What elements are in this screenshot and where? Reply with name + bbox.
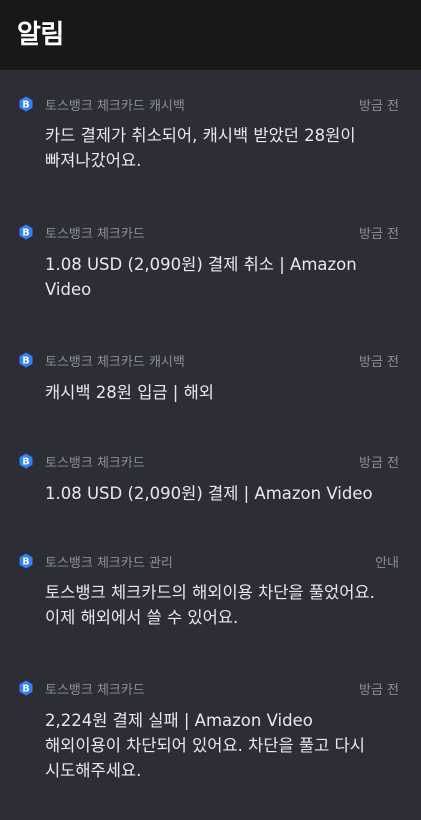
- page-title: 알림: [17, 20, 64, 50]
- toss-bank-logo-icon: B: [18, 453, 34, 469]
- notification-message: 1.08 USD (2,090원) 결제 | Amazon Video: [45, 481, 395, 506]
- toss-bank-logo-icon: B: [18, 352, 34, 368]
- notification-message: 캐시백 28원 입금 | 해외: [45, 380, 395, 405]
- toss-bank-logo-icon: B: [18, 224, 34, 240]
- notification-time: 방금 전: [358, 456, 399, 471]
- notification-message: 2,224원 결제 실패 | Amazon Video 해외이용이 차단되어 있…: [45, 708, 395, 783]
- svg-text:B: B: [22, 684, 29, 695]
- toss-bank-logo-icon: B: [18, 553, 34, 569]
- notification-source: 토스뱅크 체크카드: [45, 683, 145, 698]
- top-bar: 알림: [0, 0, 421, 70]
- svg-text:B: B: [22, 356, 29, 367]
- message-line: 1.08 USD (2,090원) 결제 취소 | Amazon: [45, 255, 357, 274]
- notification-message: 카드 결제가 취소되어, 캐시백 받았던 28원이 빠져나갔어요.: [45, 123, 395, 173]
- message-line: Video: [45, 280, 92, 299]
- notification-message: 토스뱅크 체크카드의 해외이용 차단을 풀었어요. 이제 해외에서 쓸 수 있어…: [45, 580, 395, 630]
- toss-bank-logo-icon: B: [18, 680, 34, 696]
- notification-source: 토스뱅크 체크카드: [45, 456, 145, 471]
- message-line: 2,224원 결제 실패 | Amazon Video: [45, 711, 313, 730]
- message-line: 이제 해외에서 쓸 수 있어요.: [45, 608, 239, 627]
- notification-time: 방금 전: [358, 683, 399, 698]
- notification-source: 토스뱅크 체크카드: [45, 227, 145, 242]
- message-line: 시도해주세요.: [45, 761, 142, 780]
- svg-text:B: B: [22, 557, 29, 568]
- svg-text:B: B: [22, 100, 29, 111]
- message-line: 1.08 USD (2,090원) 결제 | Amazon Video: [45, 484, 373, 503]
- message-line: 카드 결제가 취소되어, 캐시백 받았던 28원이: [45, 126, 356, 145]
- message-line: 캐시백 28원 입금 | 해외: [45, 383, 214, 402]
- notification-time: 방금 전: [358, 99, 399, 114]
- notification-source: 토스뱅크 체크카드 캐시백: [45, 99, 185, 114]
- message-line: 토스뱅크 체크카드의 해외이용 차단을 풀었어요.: [45, 583, 375, 602]
- notification-time: 방금 전: [358, 227, 399, 242]
- message-line: 빠져나갔어요.: [45, 151, 142, 170]
- message-line: 해외이용이 차단되어 있어요. 차단을 풀고 다시: [45, 736, 365, 755]
- svg-text:B: B: [22, 457, 29, 468]
- notification-source: 토스뱅크 체크카드 캐시백: [45, 355, 185, 370]
- toss-bank-logo-icon: B: [18, 96, 34, 112]
- notification-time: 안내: [375, 556, 399, 571]
- notification-source: 토스뱅크 체크카드 관리: [45, 556, 173, 571]
- svg-text:B: B: [22, 228, 29, 239]
- notification-message: 1.08 USD (2,090원) 결제 취소 | Amazon Video: [45, 252, 395, 302]
- notification-time: 방금 전: [358, 355, 399, 370]
